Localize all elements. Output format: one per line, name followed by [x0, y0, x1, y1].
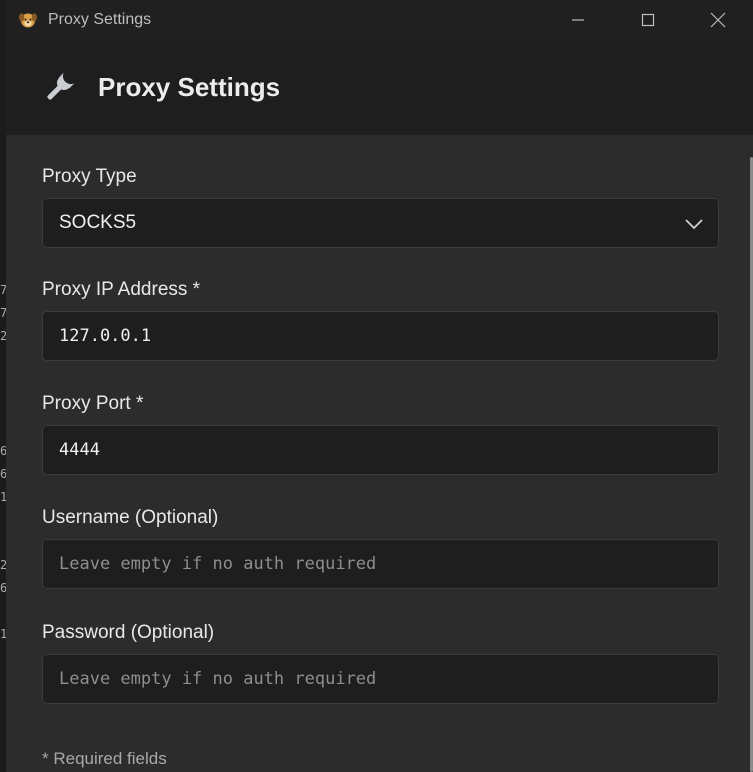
password-field: Password (Optional) Leave empty if no au…: [42, 621, 719, 704]
close-icon: [710, 12, 726, 28]
username-label: Username (Optional): [42, 507, 219, 528]
username-field: Username (Optional) Leave empty if no au…: [42, 506, 719, 589]
proxy-ip-value: 127.0.0.1: [59, 326, 152, 346]
username-placeholder: Leave empty if no auth required: [59, 554, 377, 574]
proxy-type-value: SOCKS5: [59, 212, 137, 233]
username-input[interactable]: Leave empty if no auth required: [42, 539, 719, 589]
minimize-button[interactable]: [543, 0, 613, 40]
proxy-ip-label: Proxy IP Address *: [42, 279, 201, 300]
proxy-port-field: Proxy Port * 4444: [42, 392, 719, 475]
dialog-header: Proxy Settings: [6, 40, 753, 135]
password-placeholder: Leave empty if no auth required: [59, 669, 377, 689]
proxy-port-input[interactable]: 4444: [42, 425, 719, 475]
proxy-type-field: Proxy Type SOCKS5: [42, 165, 719, 248]
minimize-icon: [572, 19, 584, 21]
password-label: Password (Optional): [42, 622, 215, 643]
close-button[interactable]: [683, 0, 753, 40]
required-fields-note: * Required fields: [42, 749, 167, 768]
chevron-down-icon: [685, 219, 703, 230]
maximize-icon: [641, 13, 655, 27]
proxy-ip-field: Proxy IP Address * 127.0.0.1: [42, 278, 719, 361]
proxy-type-label: Proxy Type: [42, 166, 137, 187]
title-bar[interactable]: Proxy Settings: [6, 0, 753, 40]
maximize-button[interactable]: [613, 0, 683, 40]
proxy-settings-window: Proxy Settings Proxy Settings Proxy Type…: [6, 0, 753, 772]
window-title: Proxy Settings: [48, 11, 152, 28]
wrench-icon: [47, 72, 75, 100]
page-title: Proxy Settings: [98, 72, 281, 102]
proxy-ip-input[interactable]: 127.0.0.1: [42, 311, 719, 361]
password-input[interactable]: Leave empty if no auth required: [42, 654, 719, 704]
dog-app-icon: [19, 13, 37, 28]
settings-form: Proxy Type SOCKS5 Proxy IP Address * 127…: [6, 135, 747, 772]
proxy-port-value: 4444: [59, 440, 100, 460]
proxy-port-label: Proxy Port *: [42, 393, 144, 414]
proxy-type-select[interactable]: SOCKS5: [42, 198, 719, 248]
